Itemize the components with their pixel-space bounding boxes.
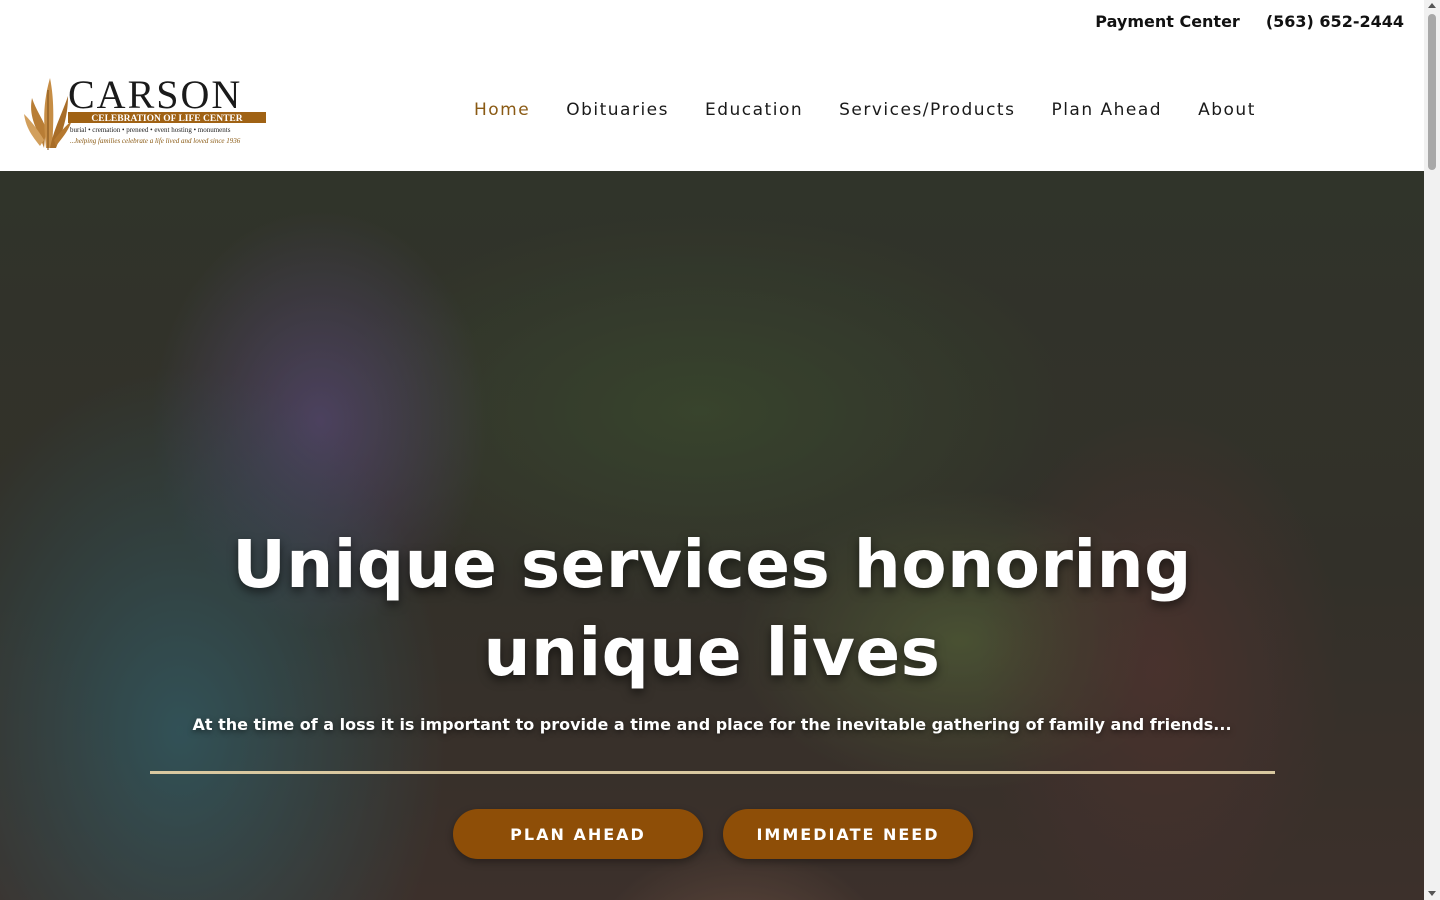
nav-obituaries[interactable]: Obituaries [548,97,687,123]
wheat-sheaf-icon [24,78,72,150]
logo-wordmark: CARSON [68,72,242,117]
top-utility-bar: Payment Center (563) 652-2444 [0,0,1424,42]
hero-title: Unique services honoring unique lives [232,526,1192,691]
scroll-up-icon[interactable] [1428,3,1436,8]
immediate-need-button[interactable]: IMMEDIATE NEED [723,809,973,859]
scrollbar-thumb[interactable] [1428,14,1436,170]
main-nav: Home Obituaries Education Services/Produ… [456,97,1274,123]
hero-subtitle: At the time of a loss it is important to… [192,715,1232,734]
site-header: CARSON CELEBRATION OF LIFE CENTER burial… [0,42,1424,171]
nav-about[interactable]: About [1180,97,1274,123]
logo-banner-text: CELEBRATION OF LIFE CENTER [91,114,242,124]
nav-home[interactable]: Home [456,97,548,123]
carson-logo[interactable]: CARSON CELEBRATION OF LIFE CENTER burial… [22,70,272,152]
nav-education[interactable]: Education [687,97,821,123]
logo-services: burial • cremation • preneed • event hos… [70,126,231,134]
nav-plan-ahead[interactable]: Plan Ahead [1033,97,1180,123]
phone-link[interactable]: (563) 652-2444 [1266,12,1404,31]
payment-center-link[interactable]: Payment Center [1095,12,1240,31]
page-scrollbar[interactable] [1424,0,1440,900]
plan-ahead-button[interactable]: PLAN AHEAD [453,809,703,859]
nav-services-products[interactable]: Services/Products [821,97,1033,123]
hero-section: Unique services honoring unique lives At… [0,171,1424,900]
logo-tagline: ...helping families celebrate a life liv… [70,137,241,145]
scroll-down-icon[interactable] [1428,891,1436,896]
hero-divider [150,771,1275,774]
hero-content: Unique services honoring unique lives At… [0,171,1424,900]
